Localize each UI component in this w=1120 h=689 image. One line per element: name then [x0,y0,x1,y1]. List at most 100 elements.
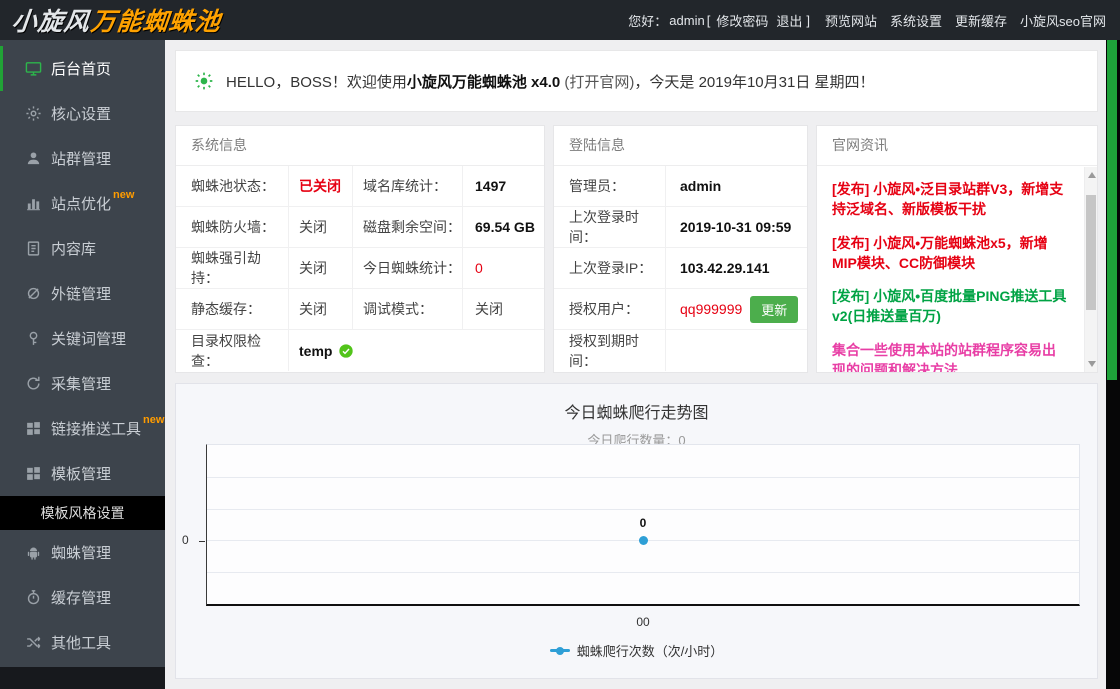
news-list: [发布] 小旋风•泛目录站群V3，新增支持泛域名、新版模板干扰 [发布] 小旋风… [817,166,1097,372]
bracket-open: [ [706,12,711,28]
sidebar-item-content-library[interactable]: 内容库 [0,226,165,271]
document-icon [25,240,42,257]
table-row: 蜘蛛防火墙： 关闭 磁盘剩余空间： 69.54 GB [176,207,544,248]
panel-title: 官网资讯 [817,126,1097,166]
table-row: 静态缓存： 关闭 调试模式： 关闭 [176,289,544,330]
logout-link[interactable]: 退出 [776,11,802,30]
sidebar-menu: 后台首页 核心设置 站群管理 站点优化 new 内容库 外链管理 关键词管理 采… [0,40,165,667]
system-settings-link[interactable]: 系统设置 [890,11,942,30]
news-link[interactable]: [发布] 小旋风•万能蜘蛛池x5，新增MIP模块、CC防御模块 [832,233,1069,274]
sidebar-item-keywords[interactable]: 关键词管理 [0,316,165,361]
field-label: 磁盘剩余空间： [353,207,463,247]
news-panel: 官网资讯 [发布] 小旋风•泛目录站群V3，新增支持泛域名、新版模板干扰 [发布… [816,125,1098,373]
bracket-close: ] [806,12,810,28]
table-row: 目录权限检查： temp [176,330,544,371]
table-row: 授权到期时间： [554,330,807,371]
panel-title: 登陆信息 [554,126,807,166]
table-row: 管理员： admin [554,166,807,207]
field-value: 关闭 [289,248,353,288]
sidebar-item-collection[interactable]: 采集管理 [0,361,165,406]
sidebar-item-label: 站点优化 [51,196,112,213]
grid-icon [25,420,42,437]
sidebar-item-label: 蜘蛛管理 [51,545,112,562]
logo-primary-text: 小旋风 [10,8,92,36]
field-label: 蜘蛛防火墙： [176,207,289,247]
new-badge: new [143,413,165,426]
sun-icon [194,71,214,91]
sidebar-item-cache-manage[interactable]: 缓存管理 [0,575,165,620]
gridline [207,572,1079,574]
gear-icon [25,105,42,122]
field-value: 关闭 [475,301,503,317]
user-icon [25,150,42,167]
news-link[interactable]: 集合一些使用本站的站群程序容易出现的问题和解决方法 [832,340,1069,372]
authorized-user-value: qq999999 [680,301,743,317]
login-info-panel: 登陆信息 管理员： admin 上次登录时间： 2019-10-31 09:59… [553,125,808,373]
news-link[interactable]: [发布] 小旋风•百度批量PING推送工具v2(日推送量百万) [832,286,1069,327]
sidebar-item-spider-manage[interactable]: 蜘蛛管理 [0,530,165,575]
sidebar-item-core-settings[interactable]: 核心设置 [0,91,165,136]
data-point [639,536,648,546]
preview-site-link[interactable]: 预览网站 [825,11,877,30]
table-row: 蜘蛛池状态： 已关闭 域名库统计： 1497 [176,166,544,207]
info-panels-row: 系统信息 蜘蛛池状态： 已关闭 域名库统计： 1497 蜘蛛防火墙： 关闭 磁盘… [175,125,1098,373]
robot-icon [25,544,42,561]
sidebar-item-label: 外链管理 [51,286,112,303]
link-icon [25,285,42,302]
page-scrollbar[interactable] [1106,40,1120,689]
sidebar-item-label: 模板管理 [51,466,112,483]
monitor-icon [25,60,42,77]
chart-legend[interactable]: 蜘蛛爬行次数（次/小时） [176,641,1097,660]
sidebar-item-site-group[interactable]: 站群管理 [0,136,165,181]
field-label: 调试模式： [353,289,463,329]
news-scrollbar-thumb[interactable] [1086,195,1096,310]
field-value: 103.42.29.141 [680,260,770,276]
product-name: 小旋风万能蜘蛛池 x4.0 [406,73,561,91]
table-row: 上次登录时间： 2019-10-31 09:59 [554,207,807,248]
shuffle-icon [25,634,42,651]
update-cache-link[interactable]: 更新缓存 [955,11,1007,30]
field-value: 0 [475,260,483,276]
scroll-up-icon[interactable] [1088,172,1096,178]
sidebar-item-external-links[interactable]: 外链管理 [0,271,165,316]
sidebar-item-link-push-tool[interactable]: 链接推送工具 new [0,406,165,451]
username: admin [669,12,705,28]
official-site-link[interactable]: 小旋风seo官网 [1020,11,1106,30]
change-password-link[interactable]: 修改密码 [716,11,768,30]
sidebar-item-dashboard[interactable]: 后台首页 [0,46,165,91]
legend-marker-icon [549,649,570,652]
sidebar-subitem-label: 模板风格设置 [40,505,125,521]
gridline [207,476,1079,478]
system-info-panel: 系统信息 蜘蛛池状态： 已关闭 域名库统计： 1497 蜘蛛防火墙： 关闭 磁盘… [175,125,545,373]
sidebar-item-label: 其他工具 [51,635,112,652]
news-scrollbar[interactable] [1084,167,1097,372]
open-official-link[interactable]: (打开官网) [564,71,634,92]
stopwatch-icon [25,589,42,606]
spider-trend-chart: 今日蜘蛛爬行走势图 今日爬行数量：0 0 0 00 蜘蛛爬行次数（次/小时） [175,383,1098,679]
sidebar: 后台首页 核心设置 站群管理 站点优化 new 内容库 外链管理 关键词管理 采… [0,40,165,689]
scroll-down-icon[interactable] [1088,361,1096,367]
header-nav: 您好： admin [ 修改密码 退出 ] 预览网站 系统设置 更新缓存 小旋风… [615,11,1106,30]
x-axis-tick: 00 [636,615,650,629]
data-point-label: 0 [639,516,647,531]
sidebar-item-label: 采集管理 [51,376,112,393]
welcome-text-suffix: ，今天是 2019年10月31日 星期四！ [634,73,875,91]
field-value: temp [299,342,333,359]
page-scrollbar-thumb[interactable] [1107,40,1117,380]
field-label: 授权用户： [554,289,666,329]
field-label: 授权到期时间： [554,330,666,371]
news-link[interactable]: [发布] 小旋风•泛目录站群V3，新增支持泛域名、新版模板干扰 [832,179,1069,220]
field-label: 蜘蛛池状态： [176,166,289,206]
sidebar-subitem-template-style[interactable]: 模板风格设置 [0,496,165,530]
check-circle-icon [338,343,354,359]
sidebar-item-site-optimize[interactable]: 站点优化 new [0,181,165,226]
table-row: 蜘蛛强引劫持： 关闭 今日蜘蛛统计： 0 [176,248,544,289]
sidebar-item-other-tools[interactable]: 其他工具 [0,620,165,665]
sidebar-item-label: 内容库 [51,241,97,258]
field-value: 69.54 GB [475,219,535,235]
field-label: 上次登录时间： [554,207,666,247]
sidebar-item-label: 缓存管理 [51,590,112,607]
update-button[interactable]: 更新 [750,295,799,323]
table-row: 上次登录IP： 103.42.29.141 [554,248,807,289]
sidebar-item-template-manage[interactable]: 模板管理 [0,451,165,496]
